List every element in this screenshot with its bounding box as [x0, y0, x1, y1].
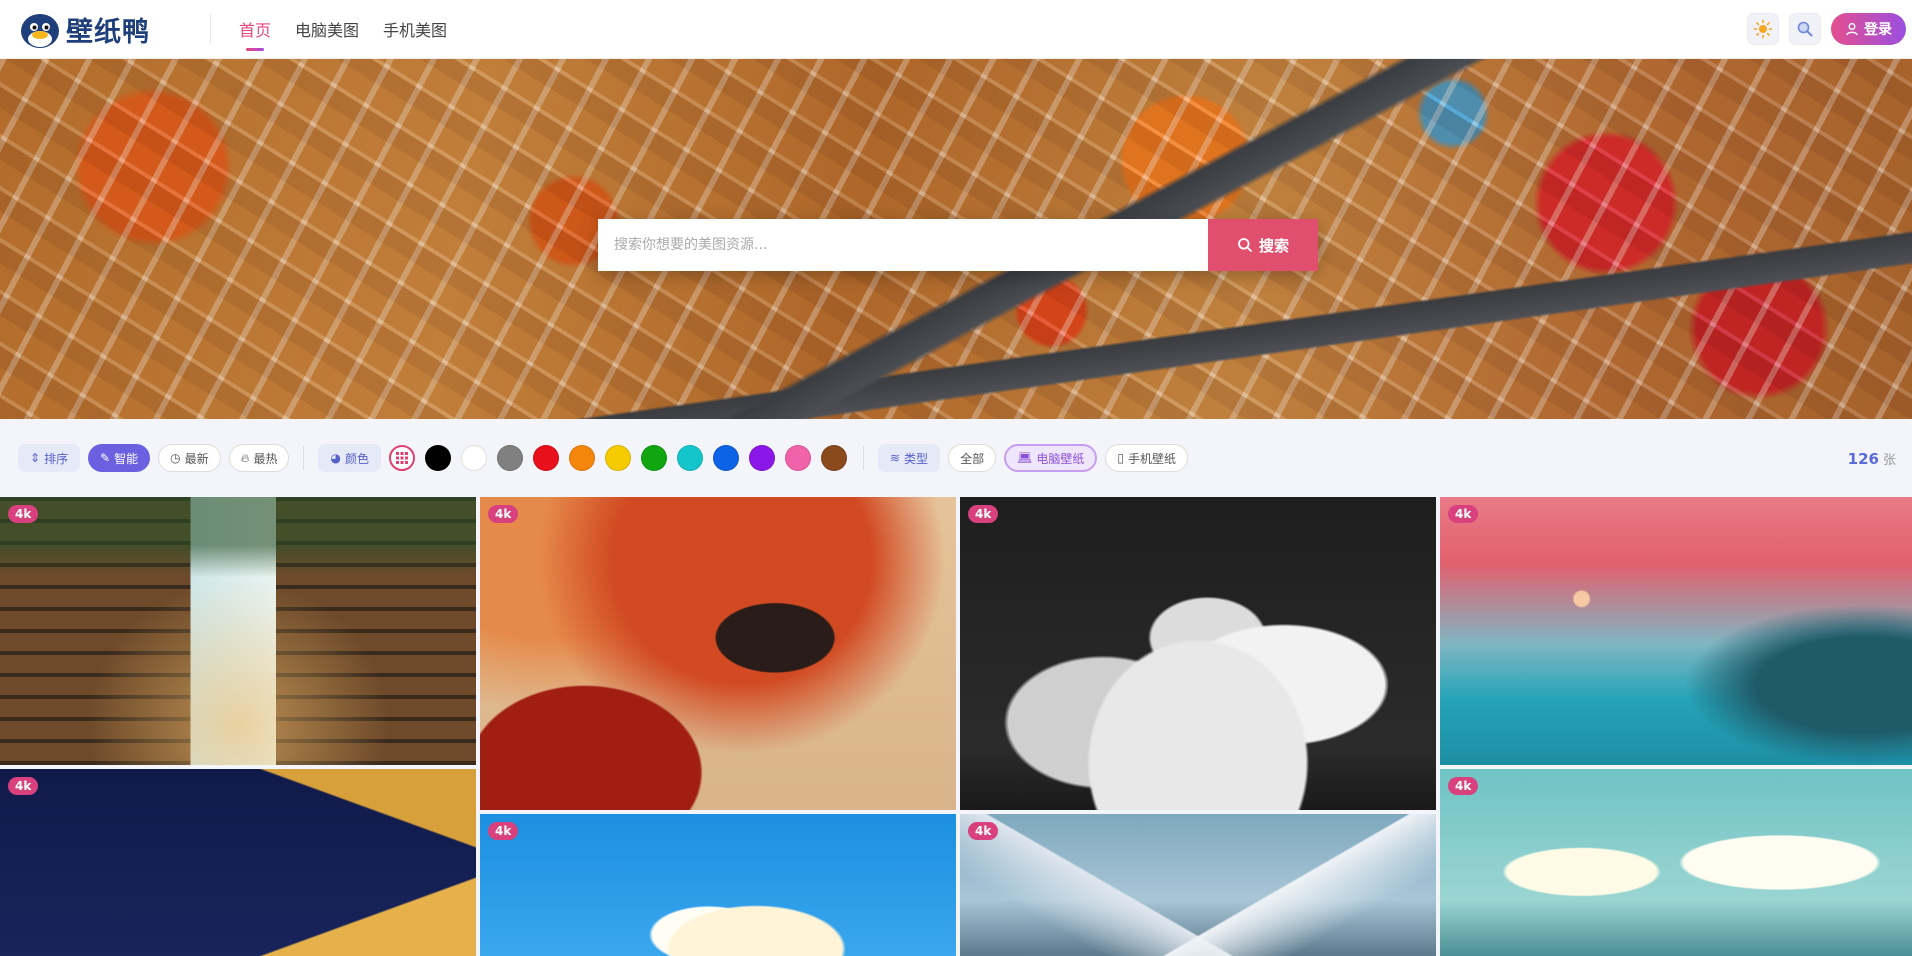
wallpaper-card[interactable]: 4k	[1440, 769, 1912, 956]
color-swatch[interactable]	[496, 445, 523, 471]
sort-arrows-icon: ⇕	[30, 451, 41, 465]
color-swatch[interactable]	[424, 445, 451, 471]
color-swatch[interactable]	[640, 445, 667, 471]
wallpaper-grid: 4k 4k 4k 4k 4k 4k 4k 4k	[0, 497, 1912, 956]
sort-label: ⇕ 排序	[18, 444, 81, 472]
filter-bar: ⇕ 排序 ✎ 智能 ◷ 最新 🔥︎ 最热 ◕ 颜色 ≋ 类型 全部 �	[0, 419, 1912, 497]
sort-option-label: 最新	[184, 451, 209, 466]
quality-badge: 4k	[8, 777, 39, 795]
sort-option-label: 最热	[253, 451, 278, 466]
sort-option-hot[interactable]: 🔥︎ 最热	[228, 444, 290, 472]
type-option-label: 手机壁纸	[1127, 451, 1176, 466]
wallpaper-card[interactable]: 4k	[960, 497, 1436, 810]
quality-badge: 4k	[968, 505, 999, 523]
quality-badge: 4k	[1448, 505, 1479, 523]
header-actions: 登录	[1747, 13, 1906, 45]
grid-icon	[395, 452, 408, 464]
color-label: ◕ 颜色	[318, 444, 381, 472]
flame-icon: 🔥︎	[240, 450, 250, 465]
brand-name: 壁纸鸭	[66, 16, 150, 48]
theme-toggle-button[interactable]	[1747, 13, 1779, 45]
top-header: 壁纸鸭 首页 电脑美图 手机美图 登录	[0, 0, 1912, 59]
main-nav: 首页 电脑美图 手机美图	[239, 11, 447, 51]
type-option-all[interactable]: 全部	[948, 444, 997, 472]
header-search-button[interactable]	[1789, 13, 1821, 45]
hero-search-label: 搜索	[1258, 236, 1289, 255]
hero-search-button[interactable]: 搜索	[1208, 219, 1318, 271]
color-swatch[interactable]	[568, 445, 595, 471]
wallpaper-card[interactable]: 4k	[480, 497, 956, 810]
color-swatch[interactable]	[784, 445, 811, 471]
login-label: 登录	[1864, 22, 1892, 38]
result-count-unit: 张	[1882, 452, 1896, 468]
magic-wand-icon: ✎	[100, 451, 111, 465]
header-divider	[210, 14, 211, 44]
quality-badge: 4k	[8, 505, 39, 523]
wallpaper-card[interactable]: 4k	[480, 814, 956, 956]
type-option-mobile[interactable]: ▯ 手机壁纸	[1105, 444, 1188, 472]
sort-option-smart[interactable]: ✎ 智能	[88, 444, 151, 472]
color-swatch[interactable]	[748, 445, 775, 471]
clock-icon: ◷	[170, 451, 181, 465]
color-swatch-all[interactable]	[388, 445, 415, 471]
phone-icon: ▯	[1117, 451, 1124, 465]
color-swatch[interactable]	[604, 445, 631, 471]
sort-option-label: 智能	[114, 451, 139, 466]
nav-item-desktop[interactable]: 电脑美图	[295, 11, 359, 47]
wallpaper-card[interactable]: 4k	[1440, 497, 1912, 765]
hero-search-input[interactable]	[598, 219, 1208, 271]
filter-divider	[303, 446, 305, 470]
result-count: 126 张	[1848, 449, 1896, 468]
type-label-text: 类型	[904, 451, 929, 466]
type-label: ≋ 类型	[877, 444, 941, 472]
search-icon	[1797, 21, 1813, 37]
search-icon	[1238, 238, 1252, 252]
wallpaper-card[interactable]: 4k	[960, 814, 1436, 956]
type-option-label: 电脑壁纸	[1036, 451, 1085, 466]
hero-banner: 搜索	[0, 59, 1912, 419]
sort-option-latest[interactable]: ◷ 最新	[158, 444, 221, 472]
nav-item-home[interactable]: 首页	[239, 11, 271, 51]
sun-icon	[1753, 19, 1773, 39]
quality-badge: 4k	[488, 822, 519, 840]
login-button[interactable]: 登录	[1831, 13, 1906, 45]
color-swatch[interactable]	[820, 445, 847, 471]
color-swatch[interactable]	[712, 445, 739, 471]
brand-logo[interactable]: 壁纸鸭	[18, 9, 188, 49]
type-option-label: 全部	[960, 451, 985, 466]
user-icon	[1846, 23, 1858, 36]
quality-badge: 4k	[968, 822, 999, 840]
quality-badge: 4k	[488, 505, 519, 523]
nav-item-mobile[interactable]: 手机美图	[383, 11, 447, 47]
quality-badge: 4k	[1448, 777, 1479, 795]
color-swatch[interactable]	[676, 445, 703, 471]
sort-label-text: 排序	[44, 451, 69, 466]
color-swatch[interactable]	[532, 445, 559, 471]
result-count-number: 126	[1847, 449, 1879, 468]
type-option-desktop[interactable]: 💻︎ 电脑壁纸	[1004, 444, 1098, 472]
wallpaper-card[interactable]: 4k	[0, 769, 476, 956]
layers-icon: ≋	[889, 451, 901, 465]
wallpaper-card[interactable]: 4k	[0, 497, 476, 765]
color-swatch[interactable]	[460, 445, 487, 471]
hero-search-box: 搜索	[598, 219, 1318, 271]
color-swatch-list	[424, 445, 857, 471]
filter-divider	[862, 446, 864, 470]
duck-logo-icon	[18, 9, 62, 49]
palette-icon: ◕	[330, 451, 341, 465]
laptop-icon: 💻︎	[1017, 451, 1033, 465]
color-label-text: 颜色	[344, 451, 369, 466]
